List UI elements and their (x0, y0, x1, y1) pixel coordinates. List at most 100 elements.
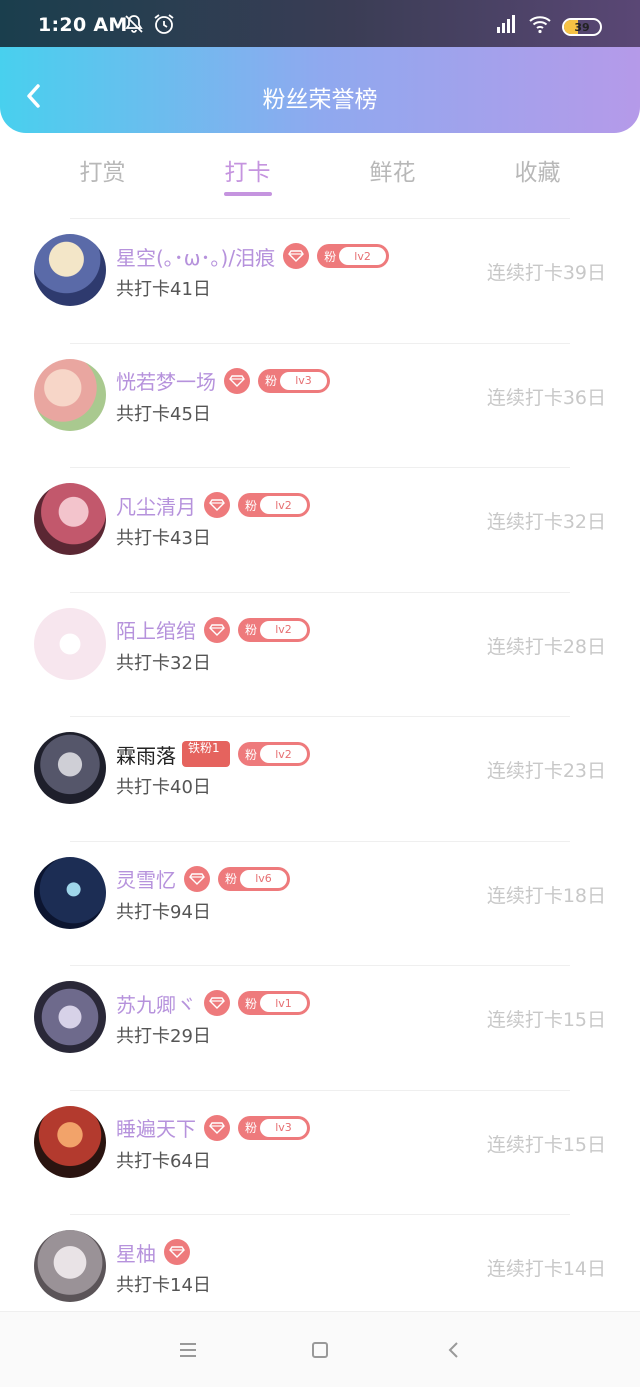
row-divider (70, 591, 570, 593)
total-checkins: 共打卡14日 (116, 1275, 211, 1296)
username: 星柚 (116, 1241, 156, 1266)
total-checkins: 共打卡64日 (116, 1150, 211, 1172)
fan-level: lv2 (260, 496, 307, 514)
username: 恍若梦一场 (116, 370, 216, 394)
tab-reward[interactable]: 打赏 (30, 153, 175, 187)
fan-level: lv3 (280, 371, 327, 390)
active-tab-indicator (224, 192, 272, 196)
list-item[interactable]: 苏九卿ヾ 粉 lv1 共打卡29日 连续打卡15日 (0, 965, 640, 1089)
list-item[interactable]: 睡遍天下 粉 lv3 共打卡64日 连续打卡15日 (0, 1089, 640, 1214)
fan-level-badge: 粉 lv2 (317, 244, 390, 268)
username: 睡遍天下 (116, 1117, 196, 1141)
username: 灵雪忆 (116, 868, 176, 892)
fan-level: lv1 (260, 994, 307, 1012)
fan-level-badge: 粉 lv1 (238, 991, 310, 1015)
list-item[interactable]: 星空(｡･ω･｡)/泪痕 粉 lv2 共打卡41日 连续打卡39日 (0, 218, 640, 342)
total-checkins: 共打卡43日 (116, 528, 211, 549)
avatar[interactable] (34, 607, 106, 680)
fan-level-badge: 粉 lv3 (258, 368, 330, 393)
wifi-icon (529, 16, 551, 34)
streak-days: 连续打卡18日 (486, 884, 606, 907)
name-line: 星柚 (116, 1238, 190, 1266)
username: 凡尘清月 (116, 494, 196, 519)
row-divider (70, 218, 570, 219)
menu-button[interactable] (174, 1336, 202, 1364)
header-bar: 1:20 AM 39 粉丝荣誉榜 (0, 0, 640, 133)
avatar[interactable] (34, 856, 106, 929)
fan-level-badge: 粉 lv2 (238, 493, 310, 517)
name-line: 霖雨落 铁粉1 粉 lv2 (116, 740, 310, 768)
avatar[interactable] (34, 981, 106, 1053)
fan-level-badge: 粉 lv2 (238, 617, 310, 642)
page-title: 粉丝荣誉榜 (262, 87, 378, 113)
system-nav-bar (0, 1311, 640, 1387)
mute-icon (125, 15, 143, 33)
list-item[interactable]: 陌上绾绾 粉 lv2 共打卡32日 连续打卡28日 (0, 591, 640, 716)
system-back-button[interactable] (440, 1336, 468, 1364)
name-line: 灵雪忆 粉 lv6 (116, 865, 290, 893)
total-checkins: 共打卡32日 (116, 652, 211, 674)
fan-level: lv2 (260, 620, 307, 639)
diamond-icon (204, 616, 230, 643)
fan-level: lv2 (339, 247, 387, 265)
row-divider (70, 342, 570, 344)
battery-level: 39 (574, 20, 590, 34)
list-item[interactable]: 霖雨落 铁粉1 粉 lv2 共打卡40日 连续打卡23日 (0, 716, 640, 840)
streak-days: 连续打卡28日 (486, 635, 606, 658)
list-item[interactable]: 灵雪忆 粉 lv6 共打卡94日 连续打卡18日 (0, 840, 640, 965)
fan-level-badge: 粉 lv3 (238, 1115, 310, 1140)
fan-level: lv2 (260, 745, 307, 763)
signal-icon (497, 15, 515, 33)
total-checkins: 共打卡94日 (116, 901, 211, 923)
battery-icon: 39 (562, 18, 602, 36)
avatar[interactable] (34, 1230, 106, 1302)
status-bar: 1:20 AM 39 (0, 0, 640, 47)
total-checkins: 共打卡40日 (116, 777, 211, 798)
username: 星空(｡･ω･｡)/泪痕 (116, 245, 276, 270)
name-line: 陌上绾绾 粉 lv2 (116, 616, 310, 644)
home-square-icon (312, 1342, 328, 1358)
name-line: 苏九卿ヾ 粉 lv1 (116, 989, 310, 1017)
username: 陌上绾绾 (116, 619, 196, 643)
streak-days: 连续打卡14日 (486, 1258, 606, 1280)
row-divider (70, 840, 570, 842)
avatar[interactable] (34, 732, 106, 804)
tab-checkin[interactable]: 打卡 (175, 153, 320, 187)
list-item[interactable]: 凡尘清月 粉 lv2 共打卡43日 连续打卡32日 (0, 467, 640, 591)
iron-fan-badge: 铁粉1 (182, 741, 230, 767)
row-divider (70, 965, 570, 966)
tab-flowers[interactable]: 鲜花 (320, 153, 465, 187)
menu-icon (180, 1343, 196, 1357)
streak-days: 连续打卡23日 (486, 760, 606, 782)
diamond-icon (204, 492, 230, 518)
avatar[interactable] (34, 483, 106, 555)
total-checkins: 共打卡29日 (116, 1026, 211, 1047)
row-divider (70, 716, 570, 717)
diamond-icon (283, 243, 310, 269)
username: 霖雨落 (116, 743, 176, 768)
fan-level-badge: 粉 lv6 (218, 866, 290, 891)
diamond-icon (164, 1239, 190, 1265)
fan-level: lv6 (240, 869, 287, 888)
streak-days: 连续打卡39日 (486, 262, 606, 284)
diamond-icon (204, 1114, 230, 1141)
avatar[interactable] (34, 1105, 106, 1178)
name-line: 恍若梦一场 粉 lv3 (116, 367, 330, 395)
avatar[interactable] (34, 358, 106, 431)
row-divider (70, 467, 570, 468)
username: 苏九卿ヾ (116, 992, 196, 1017)
tab-bar: 打赏 打卡 鲜花 收藏 (30, 145, 610, 205)
name-line: 星空(｡･ω･｡)/泪痕 粉 lv2 (116, 242, 390, 270)
streak-days: 连续打卡32日 (486, 511, 606, 533)
list-item[interactable]: 恍若梦一场 粉 lv3 共打卡45日 连续打卡36日 (0, 342, 640, 467)
name-line: 凡尘清月 粉 lv2 (116, 491, 310, 519)
diamond-icon (224, 367, 250, 394)
total-checkins: 共打卡45日 (116, 403, 211, 425)
avatar[interactable] (34, 234, 106, 306)
home-button[interactable] (306, 1336, 334, 1364)
status-time: 1:20 AM (38, 14, 128, 36)
streak-days: 连续打卡36日 (486, 386, 606, 409)
row-divider (70, 1214, 570, 1215)
fan-level-badge: 粉 lv2 (238, 742, 310, 766)
tab-favorites[interactable]: 收藏 (465, 153, 610, 187)
